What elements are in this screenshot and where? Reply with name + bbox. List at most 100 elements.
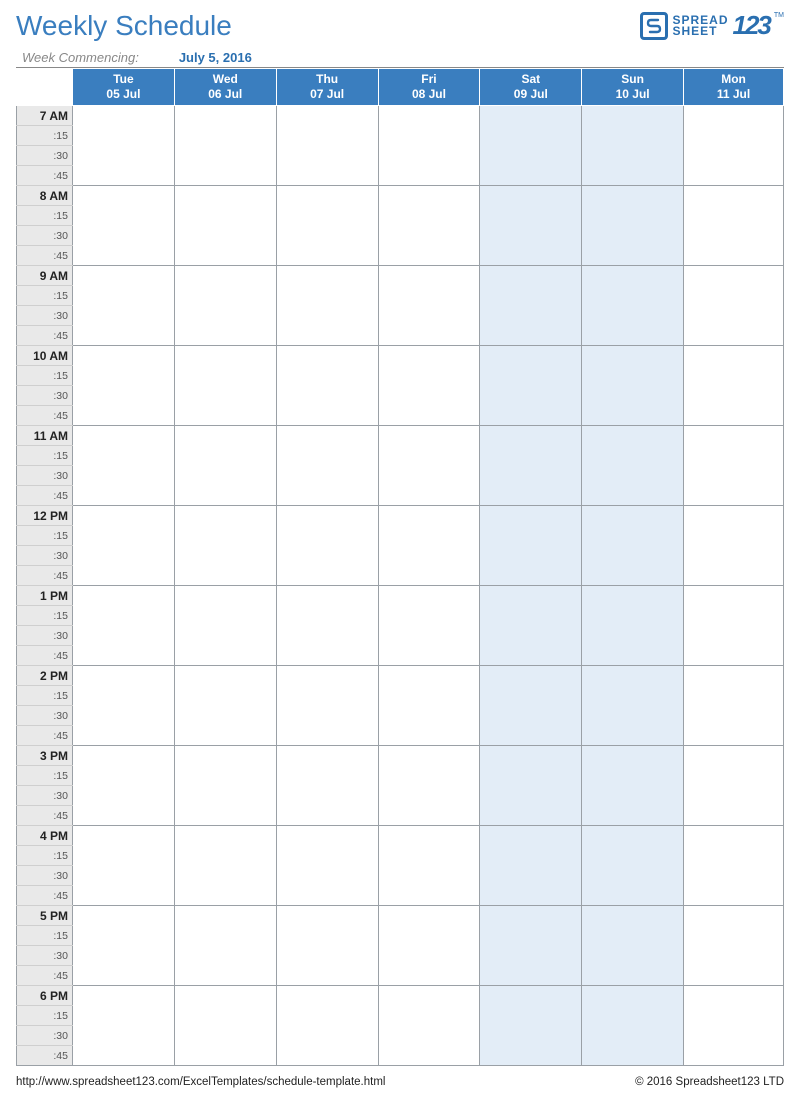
schedule-cell[interactable] [480,406,582,426]
schedule-cell[interactable] [276,506,378,526]
schedule-cell[interactable] [480,306,582,326]
schedule-cell[interactable] [582,206,684,226]
schedule-cell[interactable] [684,226,784,246]
schedule-cell[interactable] [276,786,378,806]
schedule-cell[interactable] [276,226,378,246]
schedule-cell[interactable] [276,346,378,366]
schedule-cell[interactable] [480,606,582,626]
schedule-cell[interactable] [378,166,480,186]
schedule-cell[interactable] [174,386,276,406]
schedule-cell[interactable] [73,206,175,226]
schedule-cell[interactable] [582,846,684,866]
schedule-cell[interactable] [276,766,378,786]
schedule-cell[interactable] [174,966,276,986]
schedule-cell[interactable] [276,1026,378,1046]
schedule-cell[interactable] [276,126,378,146]
schedule-cell[interactable] [73,666,175,686]
schedule-cell[interactable] [73,166,175,186]
schedule-cell[interactable] [378,366,480,386]
schedule-cell[interactable] [73,546,175,566]
schedule-cell[interactable] [480,426,582,446]
schedule-cell[interactable] [684,826,784,846]
schedule-cell[interactable] [582,726,684,746]
schedule-cell[interactable] [174,226,276,246]
schedule-cell[interactable] [73,726,175,746]
schedule-cell[interactable] [378,306,480,326]
schedule-cell[interactable] [582,886,684,906]
schedule-cell[interactable] [378,746,480,766]
schedule-cell[interactable] [582,786,684,806]
schedule-cell[interactable] [174,506,276,526]
schedule-cell[interactable] [684,746,784,766]
schedule-cell[interactable] [480,1046,582,1066]
schedule-cell[interactable] [480,486,582,506]
schedule-cell[interactable] [480,766,582,786]
schedule-cell[interactable] [582,766,684,786]
schedule-cell[interactable] [174,686,276,706]
schedule-cell[interactable] [174,806,276,826]
schedule-cell[interactable] [174,306,276,326]
schedule-cell[interactable] [378,1006,480,1026]
schedule-cell[interactable] [480,146,582,166]
schedule-cell[interactable] [684,786,784,806]
schedule-cell[interactable] [480,266,582,286]
schedule-cell[interactable] [480,886,582,906]
schedule-cell[interactable] [378,386,480,406]
schedule-cell[interactable] [73,366,175,386]
schedule-cell[interactable] [582,806,684,826]
schedule-cell[interactable] [480,986,582,1006]
schedule-cell[interactable] [73,626,175,646]
schedule-cell[interactable] [684,906,784,926]
schedule-cell[interactable] [174,826,276,846]
schedule-cell[interactable] [480,626,582,646]
schedule-cell[interactable] [684,126,784,146]
schedule-cell[interactable] [174,486,276,506]
schedule-cell[interactable] [582,926,684,946]
schedule-cell[interactable] [73,326,175,346]
schedule-cell[interactable] [684,926,784,946]
schedule-cell[interactable] [73,446,175,466]
schedule-cell[interactable] [684,266,784,286]
schedule-cell[interactable] [582,186,684,206]
schedule-cell[interactable] [480,966,582,986]
schedule-cell[interactable] [276,166,378,186]
schedule-cell[interactable] [73,906,175,926]
schedule-cell[interactable] [73,1046,175,1066]
schedule-cell[interactable] [378,446,480,466]
schedule-cell[interactable] [276,966,378,986]
schedule-cell[interactable] [582,946,684,966]
schedule-cell[interactable] [174,706,276,726]
schedule-cell[interactable] [684,726,784,746]
schedule-cell[interactable] [378,766,480,786]
schedule-cell[interactable] [73,846,175,866]
schedule-cell[interactable] [378,806,480,826]
schedule-cell[interactable] [684,206,784,226]
schedule-cell[interactable] [174,926,276,946]
schedule-cell[interactable] [582,466,684,486]
schedule-cell[interactable] [684,286,784,306]
schedule-cell[interactable] [73,426,175,446]
schedule-cell[interactable] [174,1046,276,1066]
schedule-cell[interactable] [684,346,784,366]
schedule-cell[interactable] [684,306,784,326]
schedule-cell[interactable] [582,1046,684,1066]
schedule-cell[interactable] [582,386,684,406]
schedule-cell[interactable] [276,706,378,726]
schedule-cell[interactable] [378,846,480,866]
schedule-cell[interactable] [174,986,276,1006]
schedule-cell[interactable] [73,866,175,886]
schedule-cell[interactable] [73,386,175,406]
schedule-cell[interactable] [684,806,784,826]
schedule-cell[interactable] [684,1046,784,1066]
schedule-cell[interactable] [684,846,784,866]
schedule-cell[interactable] [378,106,480,126]
schedule-cell[interactable] [378,946,480,966]
schedule-cell[interactable] [276,1046,378,1066]
schedule-cell[interactable] [378,666,480,686]
schedule-cell[interactable] [276,666,378,686]
schedule-cell[interactable] [378,706,480,726]
schedule-cell[interactable] [684,466,784,486]
schedule-cell[interactable] [276,466,378,486]
schedule-cell[interactable] [378,186,480,206]
schedule-cell[interactable] [684,506,784,526]
